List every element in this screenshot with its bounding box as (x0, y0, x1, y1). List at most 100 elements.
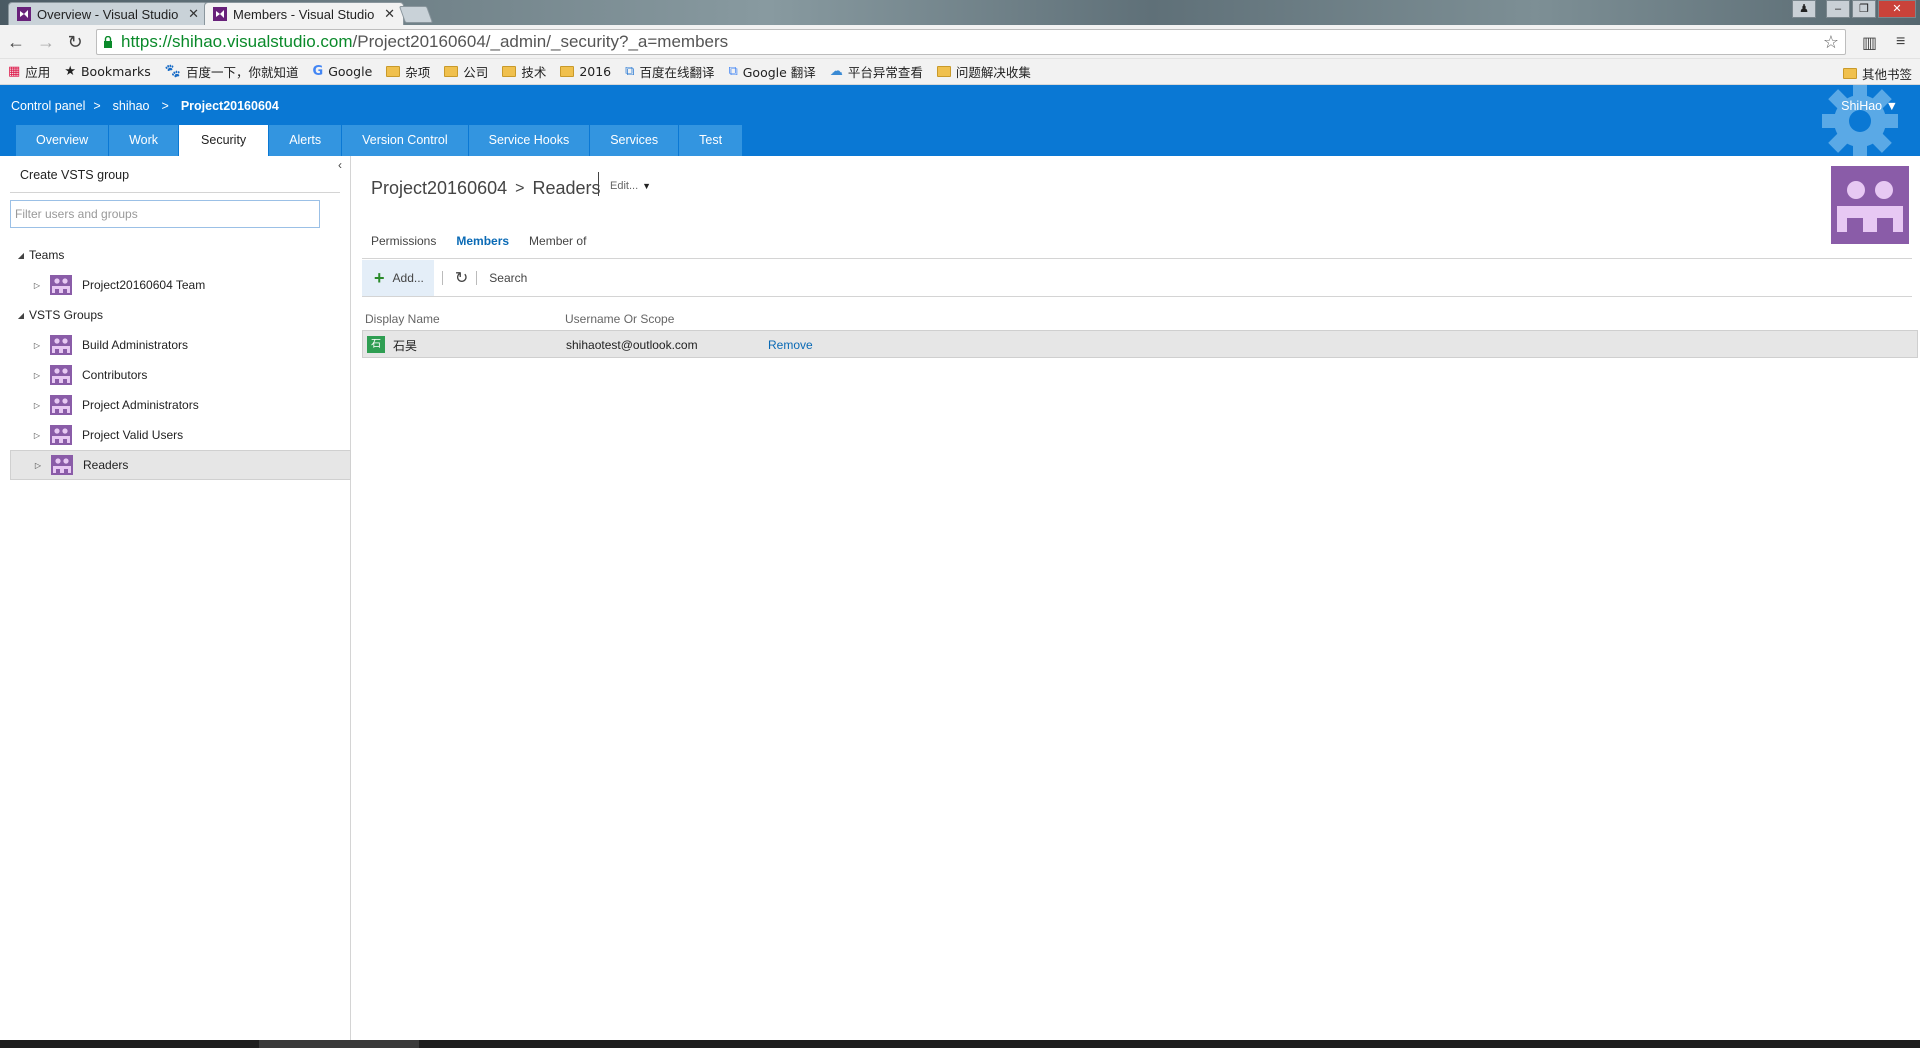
tree-item-team[interactable]: ▷ Project20160604 Team (10, 270, 351, 300)
tab-security[interactable]: Security (179, 125, 269, 156)
close-icon[interactable]: ✕ (384, 6, 395, 22)
bookmark-star-icon[interactable]: ☆ (1823, 32, 1839, 53)
reload-icon[interactable]: ↻ (63, 31, 87, 53)
browser-tabstrip: Overview - Visual Studio ✕ Members - Vis… (0, 0, 1920, 25)
column-display-name[interactable]: Display Name (365, 312, 440, 326)
subtab-permissions[interactable]: Permissions (371, 234, 436, 248)
collapsed-triangle-icon[interactable]: ▷ (33, 461, 43, 470)
tree-item-project-valid-users[interactable]: ▷ Project Valid Users (10, 420, 351, 450)
bookmark-label: 百度一下，你就知道 (186, 65, 299, 80)
restore-icon[interactable]: ❐ (1852, 0, 1876, 18)
bookmark-baidu-translate[interactable]: ⧉ 百度在线翻译 (625, 62, 714, 81)
collapse-panel-icon[interactable]: ‹ (338, 158, 342, 172)
tab-overview[interactable]: Overview (16, 125, 109, 156)
groups-tree: ◢ Teams ▷ Project20160604 Team ◢ VSTS Gr… (10, 240, 351, 480)
bookmark-bookmarks[interactable]: ★ Bookmarks (64, 64, 151, 79)
browser-tab-title: Overview - Visual Studio (37, 6, 179, 22)
collapsed-triangle-icon[interactable]: ▷ (32, 281, 42, 290)
expanded-triangle-icon[interactable]: ◢ (16, 251, 26, 260)
plus-icon: + (374, 267, 385, 288)
close-icon[interactable]: ✕ (188, 6, 199, 22)
translate-icon: ⧉ (728, 64, 738, 79)
chevron-down-icon: ▼ (1885, 99, 1898, 113)
group-icon (50, 425, 72, 445)
search-button[interactable]: Search (489, 271, 527, 285)
tree-node-vsts-groups[interactable]: ◢ VSTS Groups (10, 300, 351, 330)
add-member-button[interactable]: + Add... (362, 260, 434, 296)
collapsed-triangle-icon[interactable]: ▷ (32, 341, 42, 350)
address-bar[interactable]: https://shihao.visualstudio.com/Project2… (96, 29, 1846, 55)
folder-icon (386, 66, 401, 77)
bookmark-folder-tech[interactable]: 技术 (502, 62, 546, 81)
collapsed-triangle-icon[interactable]: ▷ (32, 431, 42, 440)
other-bookmarks[interactable]: 其他书签 (1842, 64, 1912, 83)
visual-studio-icon (213, 7, 227, 21)
tree-item-build-administrators[interactable]: ▷ Build Administrators (10, 330, 351, 360)
browser-tab-members[interactable]: Members - Visual Studio ✕ (204, 2, 404, 25)
tree-item-contributors[interactable]: ▷ Contributors (10, 360, 351, 390)
vsts-header: Control panel > shihao > Project20160604… (0, 85, 1920, 156)
tab-test[interactable]: Test (679, 125, 743, 156)
bookmark-label: Google (328, 64, 373, 79)
page-title-project: Project20160604 (371, 178, 508, 198)
extension-icon[interactable]: ▥ (1862, 33, 1877, 53)
tree-item-project-administrators[interactable]: ▷ Project Administrators (10, 390, 351, 420)
bookmark-folder-2016[interactable]: 2016 (560, 64, 611, 79)
bookmark-folder-issues[interactable]: 问题解决收集 (936, 62, 1031, 81)
minimize-icon[interactable]: ‒ (1826, 0, 1850, 18)
bookmark-label: 问题解决收集 (955, 65, 1031, 80)
bookmark-google[interactable]: G Google (313, 64, 373, 79)
subtab-member-of[interactable]: Member of (529, 234, 586, 248)
breadcrumb-control-panel[interactable]: Control panel (11, 99, 85, 113)
admin-nav-tabs: Overview Work Security Alerts Version Co… (16, 125, 743, 156)
refresh-icon[interactable]: ↻ (455, 268, 468, 288)
collapsed-triangle-icon[interactable]: ▷ (32, 401, 42, 410)
toolbar-separator (441, 271, 443, 285)
bookmark-folder-misc[interactable]: 杂项 (386, 62, 430, 81)
bookmark-folder-company[interactable]: 公司 (444, 62, 488, 81)
add-label: Add... (392, 271, 424, 285)
bookmark-label: 百度在线翻译 (639, 65, 715, 80)
column-username[interactable]: Username Or Scope (565, 312, 674, 326)
tree-item-readers[interactable]: ▷ Readers (10, 450, 351, 480)
divider (362, 258, 1912, 259)
create-group-button[interactable]: Create VSTS group (20, 168, 129, 182)
bookmark-baidu[interactable]: 🐾 百度一下，你就知道 (165, 62, 299, 81)
bookmark-google-translate[interactable]: ⧉ Google 翻译 (728, 62, 815, 81)
filter-input[interactable] (10, 200, 320, 228)
table-row[interactable]: 石 石昊 shihaotest@outlook.com Remove (362, 330, 1918, 358)
taskbar-item[interactable] (259, 1040, 419, 1048)
tab-services[interactable]: Services (590, 125, 679, 156)
breadcrumb-project[interactable]: Project20160604 (181, 99, 279, 113)
browser-toolbar: ← → ↻ https://shihao.visualstudio.com/Pr… (0, 25, 1920, 59)
breadcrumb-account[interactable]: shihao (113, 99, 150, 113)
user-profile-icon[interactable]: ♟ (1792, 0, 1816, 18)
remove-member-link[interactable]: Remove (768, 338, 813, 352)
menu-icon[interactable]: ≡ (1896, 33, 1905, 51)
edit-menu-button[interactable]: Edit... ▼ (610, 180, 651, 192)
window-close-icon[interactable]: ✕ (1878, 0, 1916, 18)
bookmarks-bar: ▦ 应用 ★ Bookmarks 🐾 百度一下，你就知道 G Google 杂项 公司 … (0, 59, 1920, 85)
expanded-triangle-icon[interactable]: ◢ (16, 311, 26, 320)
tab-version-control[interactable]: Version Control (342, 125, 468, 156)
url-host: https://shihao.visualstudio.com (121, 32, 353, 51)
avatar: 石 (367, 336, 385, 353)
browser-tab-overview[interactable]: Overview - Visual Studio ✕ (8, 2, 208, 25)
subtab-members[interactable]: Members (456, 234, 509, 248)
user-menu[interactable]: ShiHao ▼ (1841, 99, 1898, 113)
tab-work[interactable]: Work (109, 125, 179, 156)
bookmark-apps[interactable]: ▦ 应用 (8, 62, 50, 81)
gear-icon (1822, 85, 1898, 156)
back-arrow-icon[interactable]: ← (4, 31, 28, 53)
group-icon (50, 335, 72, 355)
new-tab-button[interactable] (398, 6, 434, 23)
apps-grid-icon: ▦ (8, 64, 21, 79)
bookmark-platform[interactable]: ☁ 平台异常查看 (830, 62, 923, 81)
tree-item-label: Readers (83, 458, 129, 472)
tree-node-teams[interactable]: ◢ Teams (10, 240, 351, 270)
url-path: /Project20160604/_admin/_security?_a=mem… (352, 32, 729, 51)
tab-service-hooks[interactable]: Service Hooks (468, 125, 590, 156)
forward-arrow-icon[interactable]: → (34, 31, 58, 53)
tab-alerts[interactable]: Alerts (269, 125, 342, 156)
collapsed-triangle-icon[interactable]: ▷ (32, 371, 42, 380)
